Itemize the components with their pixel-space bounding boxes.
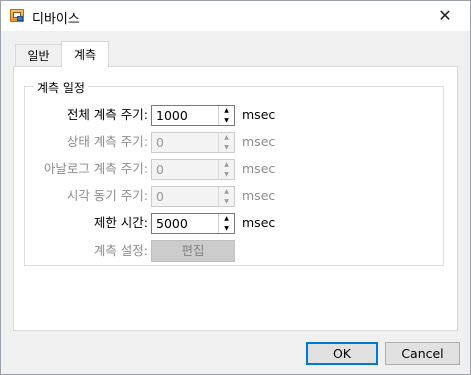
timeout-unit: msec [242, 215, 276, 230]
app-device-icon [10, 9, 24, 22]
total-period-unit: msec [242, 107, 276, 122]
analog-period-value[interactable]: 0 [156, 162, 164, 177]
cancel-button[interactable]: Cancel [385, 342, 460, 365]
time-sync-period-label: 시각 동기 주기: [66, 188, 148, 203]
timeout-label: 제한 시간: [93, 215, 148, 230]
spin-down-icon[interactable]: ▼ [219, 170, 234, 179]
spin-up-icon[interactable]: ▲ [219, 214, 234, 223]
status-period-spinbox[interactable]: 0 ▲ ▼ [151, 132, 235, 153]
analog-period-spin-buttons: ▲ ▼ [218, 160, 234, 179]
measurement-setting-label: 계측 설정: [93, 243, 148, 258]
dialog-window: 디바이스 ✕ 일반 계측 계측 일정 전체 계측 주기: 1000 ▲ ▼ ms… [0, 0, 471, 375]
spin-up-icon[interactable]: ▲ [219, 133, 234, 142]
status-period-label: 상태 계측 주기: [66, 134, 148, 149]
total-period-label: 전체 계측 주기: [66, 107, 148, 122]
time-sync-period-unit: msec [242, 188, 276, 203]
total-period-spinbox[interactable]: 1000 ▲ ▼ [151, 105, 235, 126]
analog-period-unit: msec [242, 161, 276, 176]
edit-button[interactable]: 편집 [151, 240, 235, 262]
timeout-spinbox[interactable]: 5000 ▲ ▼ [151, 213, 235, 234]
spin-up-icon[interactable]: ▲ [219, 187, 234, 196]
time-sync-period-spin-buttons: ▲ ▼ [218, 187, 234, 206]
close-icon[interactable]: ✕ [437, 8, 453, 24]
window-title: 디바이스 [32, 12, 80, 27]
tab-general[interactable]: 일반 [15, 44, 62, 66]
time-sync-period-value[interactable]: 0 [156, 189, 164, 204]
total-period-spin-buttons: ▲ ▼ [218, 106, 234, 125]
timeout-value[interactable]: 5000 [156, 216, 188, 231]
status-period-value[interactable]: 0 [156, 135, 164, 150]
title-bar: 디바이스 ✕ [1, 1, 470, 31]
group-title: 계측 일정 [34, 79, 88, 96]
analog-period-spinbox[interactable]: 0 ▲ ▼ [151, 159, 235, 180]
timeout-spin-buttons: ▲ ▼ [218, 214, 234, 233]
total-period-value[interactable]: 1000 [156, 108, 188, 123]
status-period-unit: msec [242, 134, 276, 149]
spin-down-icon[interactable]: ▼ [219, 143, 234, 152]
time-sync-period-spinbox[interactable]: 0 ▲ ▼ [151, 186, 235, 207]
spin-down-icon[interactable]: ▼ [219, 116, 234, 125]
spin-down-icon[interactable]: ▼ [219, 197, 234, 206]
spin-up-icon[interactable]: ▲ [219, 160, 234, 169]
analog-period-label: 아날로그 계측 주기: [43, 161, 148, 176]
spin-down-icon[interactable]: ▼ [219, 224, 234, 233]
ok-button[interactable]: OK [306, 342, 378, 365]
tab-measurement[interactable]: 계측 [61, 41, 109, 67]
spin-up-icon[interactable]: ▲ [219, 106, 234, 115]
status-period-spin-buttons: ▲ ▼ [218, 133, 234, 152]
